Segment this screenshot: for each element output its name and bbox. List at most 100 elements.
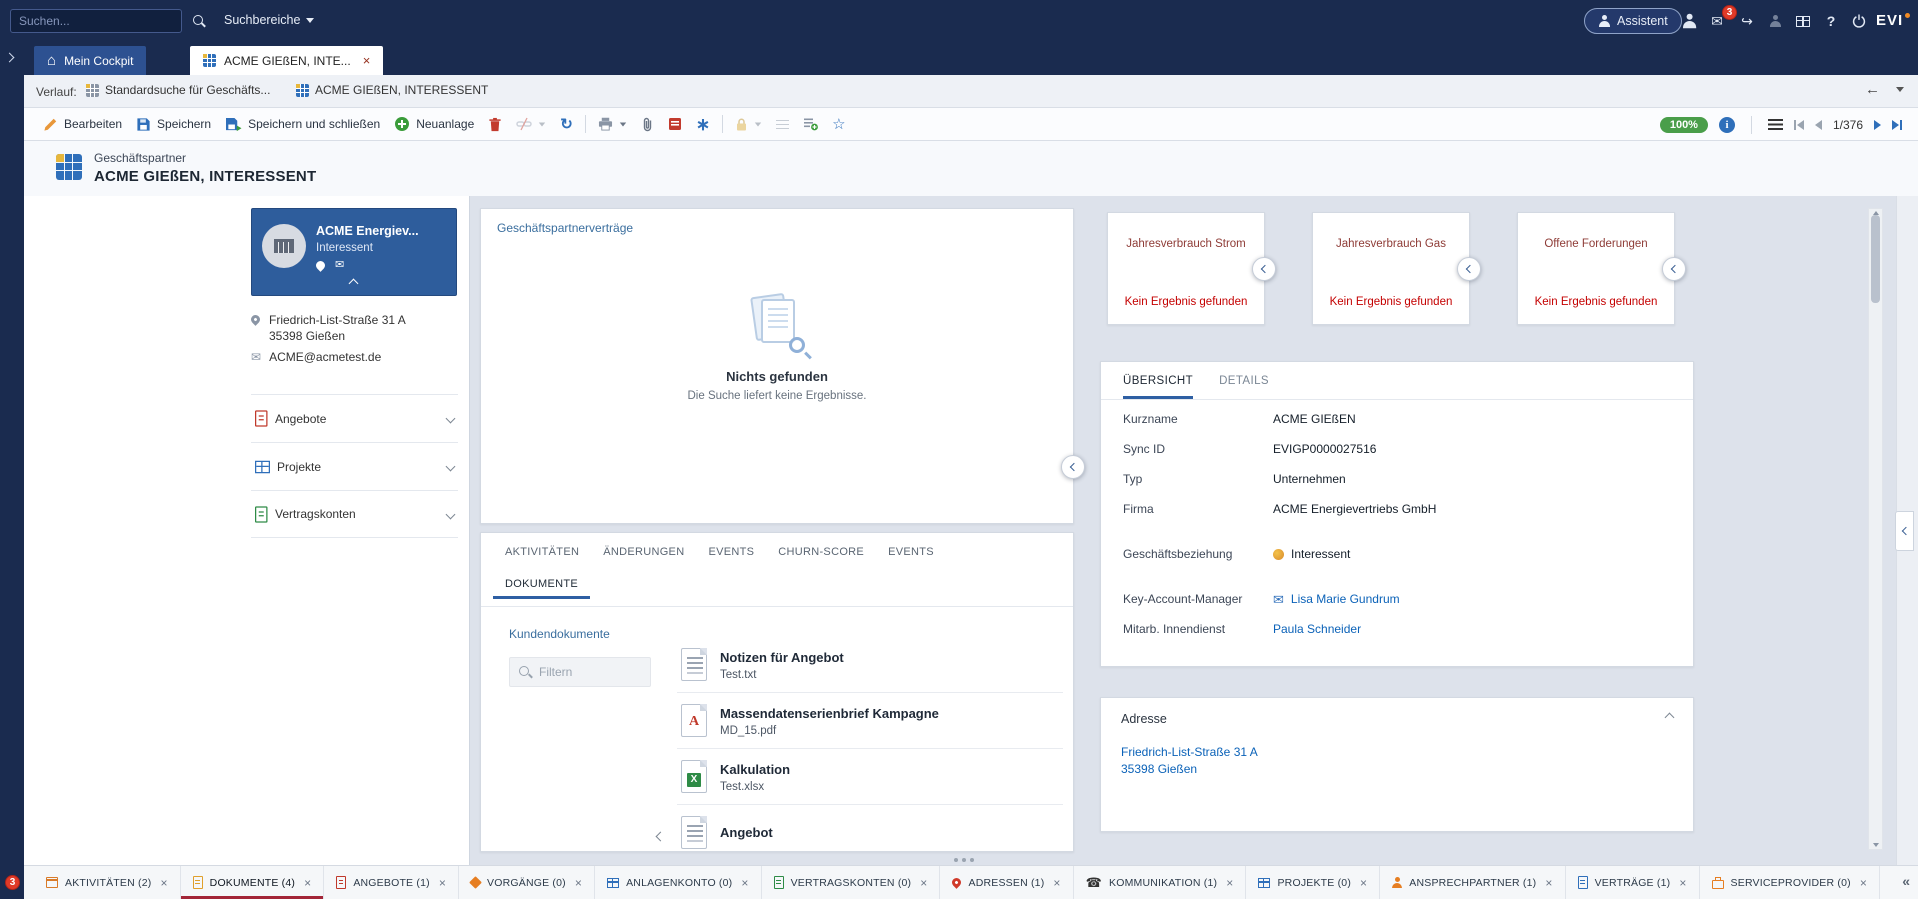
splitter-grip[interactable]	[954, 858, 958, 862]
bottom-tab-kommunikation[interactable]: ☎KOMMUNIKATION (1)×	[1074, 866, 1247, 899]
document-filter[interactable]	[509, 657, 651, 687]
tab-details[interactable]: DETAILS	[1219, 362, 1269, 399]
tab-events[interactable]: EVENTS	[876, 537, 946, 567]
tab-events[interactable]: EVENTS	[696, 537, 766, 567]
close-tab-icon[interactable]: ×	[1053, 876, 1060, 890]
close-tab-icon[interactable]: ×	[363, 53, 371, 68]
next-record-button[interactable]	[1874, 120, 1881, 130]
bottom-tab-vertragskonten[interactable]: VERTRAGSKONTEN (0)×	[762, 866, 941, 899]
bottom-tab-aktivit-ten[interactable]: AKTIVITÄTEN (2)×	[34, 866, 181, 899]
tab-aktivit-ten[interactable]: AKTIVITÄTEN	[493, 537, 591, 567]
tab-mein-cockpit[interactable]: ⌂ Mein Cockpit	[34, 46, 146, 75]
locked-user-icon[interactable]	[1762, 8, 1788, 34]
close-tab-icon[interactable]: ×	[1860, 876, 1867, 890]
refresh-button[interactable]: ↻	[553, 111, 580, 137]
document-row[interactable]: Notizen für AngebotTest.txt	[677, 637, 1063, 693]
close-tab-icon[interactable]: ×	[575, 876, 582, 890]
first-record-button[interactable]	[1794, 120, 1804, 130]
lock-button[interactable]	[728, 111, 769, 137]
collapse-card-icon[interactable]	[349, 279, 359, 289]
collapse-address-icon[interactable]	[1665, 713, 1675, 723]
kpi-prev-button[interactable]	[1252, 257, 1276, 281]
unlink-button[interactable]	[509, 111, 553, 137]
close-tab-icon[interactable]: ×	[1679, 876, 1686, 890]
last-record-button[interactable]	[1892, 120, 1902, 130]
back-arrow-icon[interactable]: ←	[1865, 82, 1880, 97]
attachment-button[interactable]	[634, 111, 661, 137]
user-profile-icon[interactable]	[1676, 8, 1702, 34]
field-value-link[interactable]: Paula Schneider	[1273, 622, 1361, 636]
save-close-button[interactable]: Speichern und schließen	[218, 111, 387, 137]
address-link-line2[interactable]: 35398 Gießen	[1121, 761, 1258, 778]
expand-sidebar-icon[interactable]	[5, 53, 15, 63]
search-icon[interactable]	[186, 8, 212, 34]
close-tab-icon[interactable]: ×	[439, 876, 446, 890]
kpi-prev-button[interactable]	[1662, 257, 1686, 281]
sidebar-section-vertragskonten[interactable]: Vertragskonten	[251, 490, 458, 538]
bottom-tab-angebote[interactable]: ANGEBOTE (1)×	[324, 866, 459, 899]
bottom-tab-adressen[interactable]: ADRESSEN (1)×	[940, 866, 1073, 899]
tab-uebersicht[interactable]: ÜBERSICHT	[1123, 362, 1193, 399]
documents-prev-icon[interactable]	[656, 832, 666, 842]
new-record-button[interactable]: Neuanlage	[387, 111, 481, 137]
collapse-panel-button[interactable]	[1061, 455, 1085, 479]
mail-notifications-icon[interactable]: ✉ 3	[1704, 8, 1730, 34]
bottom-tab-vorg-nge[interactable]: VORGÄNGE (0)×	[459, 866, 595, 899]
favorite-button[interactable]: ☆	[825, 111, 852, 137]
sidebar-section-angebote[interactable]: Angebote	[251, 394, 458, 442]
print-button[interactable]	[591, 111, 634, 137]
delete-button[interactable]	[481, 111, 509, 137]
history-dropdown-icon[interactable]	[1896, 87, 1904, 92]
tab-acme-giessen[interactable]: ACME GIEßEN, INTE... ×	[190, 46, 383, 75]
partner-email-row[interactable]: ✉ ACME@acmetest.de	[251, 350, 381, 364]
list-button[interactable]	[769, 111, 796, 137]
breadcrumb-item-partner[interactable]: ACME GIEßEN, INTERESSENT	[296, 83, 488, 97]
close-tab-icon[interactable]: ×	[920, 876, 927, 890]
info-icon[interactable]: i	[1719, 117, 1735, 133]
field-value-link[interactable]: Lisa Marie Gundrum	[1291, 592, 1400, 606]
tabs-overflow-icon[interactable]: «	[1902, 874, 1910, 888]
save-button[interactable]: Speichern	[129, 111, 218, 137]
breadcrumb-item-search[interactable]: Standardsuche für Geschäfts...	[86, 83, 270, 97]
tab-churn-score[interactable]: CHURN-SCORE	[766, 537, 876, 567]
bottom-tab-vertr-ge[interactable]: VERTRÄGE (1)×	[1566, 866, 1700, 899]
bottom-tab-dokumente[interactable]: DOKUMENTE (4)×	[181, 866, 325, 899]
vertical-scrollbar[interactable]	[1868, 208, 1883, 850]
scrollbar-thumb[interactable]	[1871, 215, 1880, 303]
bottom-tab-anlagenkonto[interactable]: ANLAGENKONTO (0)×	[595, 866, 762, 899]
power-icon[interactable]	[1846, 8, 1872, 34]
close-tab-icon[interactable]: ×	[741, 876, 748, 890]
bottom-tab-ansprechpartner[interactable]: ANSPRECHPARTNER (1)×	[1380, 866, 1565, 899]
document-row[interactable]: AMassendatenserienbrief KampagneMD_15.pd…	[677, 693, 1063, 749]
serial-letter-button[interactable]	[661, 111, 689, 137]
previous-record-button[interactable]	[1815, 120, 1822, 130]
partner-card[interactable]: ACME Energiev... Interessent ✉	[251, 208, 457, 296]
close-tab-icon[interactable]: ×	[160, 876, 167, 890]
kpi-prev-button[interactable]	[1457, 257, 1481, 281]
close-tab-icon[interactable]: ×	[1360, 876, 1367, 890]
sidebar-section-projekte[interactable]: Projekte	[251, 442, 458, 490]
close-tab-icon[interactable]: ×	[1545, 876, 1552, 890]
close-tab-icon[interactable]: ×	[304, 876, 311, 890]
address-link-line1[interactable]: Friedrich-List-Straße 31 A	[1121, 744, 1258, 761]
corner-notification-badge[interactable]: 3	[5, 875, 20, 890]
tab-dokumente[interactable]: DOKUMENTE	[493, 569, 590, 599]
bottom-tab-projekte[interactable]: PROJEKTE (0)×	[1246, 866, 1380, 899]
search-scope-dropdown[interactable]: Suchbereiche	[224, 13, 314, 27]
redo-arrow-icon[interactable]: ↪	[1734, 8, 1760, 34]
grid-view-icon[interactable]	[1790, 8, 1816, 34]
add-checklist-button[interactable]	[796, 111, 825, 137]
collapse-right-panel-button[interactable]	[1895, 511, 1914, 551]
automation-button[interactable]: ∗	[689, 111, 717, 137]
bottom-tab-serviceprovider[interactable]: SERVICEPROVIDER (0)×	[1700, 866, 1881, 899]
global-search-input[interactable]	[10, 9, 182, 33]
menu-icon[interactable]	[1768, 119, 1783, 130]
zoom-badge[interactable]: 100%	[1660, 117, 1708, 133]
document-row[interactable]: Angebot	[677, 805, 1063, 852]
help-icon[interactable]: ?	[1818, 8, 1844, 34]
tab-nderungen[interactable]: ÄNDERUNGEN	[591, 537, 696, 567]
document-row[interactable]: XKalkulationTest.xlsx	[677, 749, 1063, 805]
close-tab-icon[interactable]: ×	[1226, 876, 1233, 890]
filter-input[interactable]	[539, 665, 639, 679]
assistant-button[interactable]: Assistent	[1584, 8, 1682, 34]
